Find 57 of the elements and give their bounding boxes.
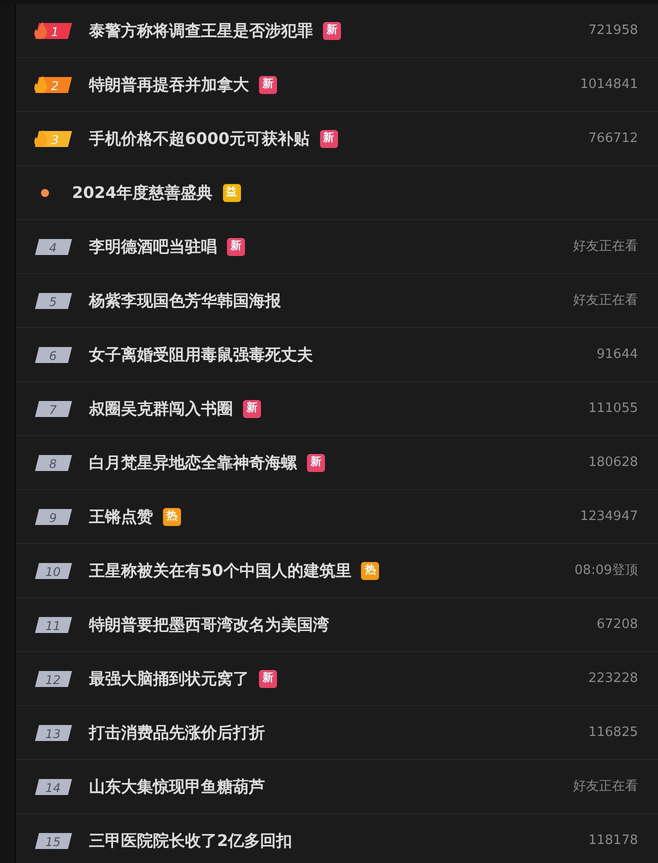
heat-count: 好友正在看 [573, 778, 638, 796]
topic-tag: 新 [320, 130, 338, 148]
heat-count: 223228 [588, 670, 638, 688]
heat-count: 好友正在看 [573, 238, 638, 256]
topic-tag: 新 [243, 400, 261, 418]
rank-badge: 5 [33, 292, 73, 310]
topic-link[interactable]: 2024年度慈善盛典 [72, 180, 213, 204]
heat-count: 1234947 [580, 508, 638, 526]
topic-link[interactable]: 杨紫李现国色芳华韩国海报 [89, 288, 281, 312]
rank-badge: 12 [33, 670, 73, 688]
rank-badge: 13 [33, 724, 73, 742]
rank-badge: 14 [33, 778, 73, 796]
rank-badge: 1 [33, 22, 73, 40]
topic-tag: 新 [259, 76, 277, 94]
topic-link[interactable]: 最强大脑捅到状元窝了 [89, 666, 249, 690]
heat-count: 111055 [588, 400, 638, 418]
rank-badge: 3 [33, 130, 73, 148]
heat-count: 08:09登顶 [574, 562, 638, 580]
topic-link[interactable]: 特朗普再提吞并加拿大 [89, 72, 249, 96]
topic-link[interactable]: 手机价格不超6000元可获补贴 [89, 126, 310, 150]
heat-count: 91644 [596, 346, 638, 364]
rank-badge: 8 [33, 454, 73, 472]
rank-badge: 9 [33, 508, 73, 526]
bullet-dot [41, 188, 49, 196]
topic-link[interactable]: 泰警方称将调查王星是否涉犯罪 [89, 18, 313, 42]
heat-count: 1014841 [580, 76, 638, 94]
heat-count: 721958 [588, 22, 638, 40]
topic-link[interactable]: 王星称被关在有50个中国人的建筑里 [89, 558, 352, 582]
topic-link[interactable]: 打击消费品先涨价后打折 [89, 720, 265, 744]
topic-link[interactable]: 白月梵星异地恋全靠神奇海螺 [89, 450, 297, 474]
rank-badge: 10 [33, 562, 73, 580]
heat-count: 116825 [588, 724, 638, 742]
heat-count: 766712 [588, 130, 638, 148]
topic-link[interactable]: 山东大集惊现甲鱼糖葫芦 [89, 774, 265, 798]
rank-badge: 2 [33, 76, 73, 94]
rank-badge: 7 [33, 400, 73, 418]
topic-link[interactable]: 三甲医院院长收了2亿多回扣 [89, 828, 292, 852]
heat-count: 好友正在看 [573, 292, 638, 310]
topic-link[interactable]: 特朗普要把墨西哥湾改名为美国湾 [89, 612, 329, 636]
rank-badge: 11 [33, 616, 73, 634]
topic-link[interactable]: 王锵点赞 [89, 504, 153, 528]
topic-tag: 新 [227, 238, 245, 256]
topic-tag: 新 [259, 670, 277, 688]
rank-badge: 4 [33, 238, 73, 256]
topic-tag: 热 [361, 562, 380, 580]
topic-link[interactable]: 叔圈吴克群闯入书圈 [89, 396, 233, 420]
topic-tag: 益 [222, 184, 241, 202]
rank-badge: 15 [33, 832, 73, 850]
topic-tag: 新 [323, 22, 341, 40]
topic-tag: 新 [307, 454, 325, 472]
heat-count: 118178 [588, 832, 638, 850]
heat-count: 180628 [588, 454, 638, 472]
heat-count: 67208 [596, 616, 638, 634]
topic-tag: 热 [163, 508, 181, 526]
rank-badge: 6 [33, 346, 73, 364]
topic-link[interactable]: 女子离婚受阻用毒鼠强毒死丈夫 [89, 342, 313, 366]
topic-link[interactable]: 李明德酒吧当驻唱 [89, 234, 217, 258]
